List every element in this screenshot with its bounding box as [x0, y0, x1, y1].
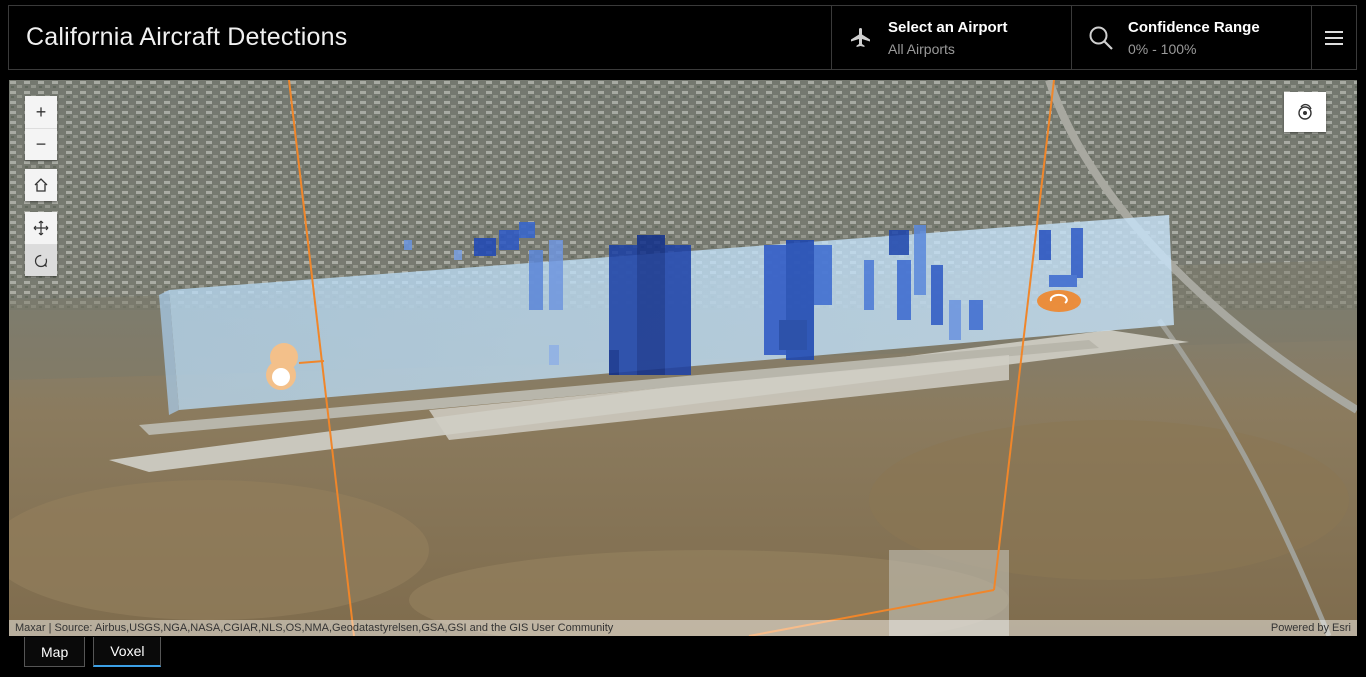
compass-icon	[1298, 103, 1312, 120]
attribution-source[interactable]: Maxar | Source: Airbus,USGS,NGA,NASA,CGI…	[15, 622, 613, 634]
zoom-in-button[interactable]: +	[25, 96, 57, 128]
zoom-controls: + −	[25, 96, 57, 160]
confidence-value: 0% - 100%	[1128, 40, 1197, 57]
airport-selector[interactable]: Select an Airport All Airports	[831, 6, 1071, 69]
home-icon	[34, 178, 48, 192]
rotate-button[interactable]	[25, 244, 57, 276]
confidence-label: Confidence Range	[1128, 18, 1260, 36]
airplane-icon	[848, 25, 874, 51]
pan-icon	[33, 220, 49, 236]
navigation-mode-controls	[25, 212, 57, 276]
tab-map[interactable]: Map	[24, 637, 86, 667]
airport-label: Select an Airport	[888, 18, 1008, 36]
attribution-bar: Maxar | Source: Airbus,USGS,NGA,NASA,CGI…	[9, 620, 1357, 636]
rotate-icon	[34, 254, 48, 267]
app-title: California Aircraft Detections	[26, 23, 348, 51]
airport-value: All Airports	[888, 40, 955, 57]
voxel-layer	[404, 222, 1083, 375]
search-icon	[1088, 25, 1114, 51]
scene-view[interactable]: + − Maxar | Source: Airbus,USGS,NGA,NASA…	[9, 80, 1357, 636]
powered-by-esri[interactable]: Powered by Esri	[1271, 622, 1351, 634]
tab-voxel[interactable]: Voxel	[93, 637, 162, 667]
home-controls	[25, 169, 57, 201]
confidence-selector[interactable]: Confidence Range 0% - 100%	[1071, 6, 1311, 69]
home-button[interactable]	[25, 169, 57, 201]
app-header: California Aircraft Detections Select an…	[8, 5, 1357, 70]
view-tabs: Map Voxel	[24, 637, 169, 667]
pan-button[interactable]	[25, 212, 57, 244]
hamburger-icon	[1325, 29, 1343, 47]
compass-button[interactable]	[1284, 92, 1326, 132]
menu-button[interactable]	[1311, 6, 1356, 69]
zoom-out-button[interactable]: −	[25, 128, 57, 160]
